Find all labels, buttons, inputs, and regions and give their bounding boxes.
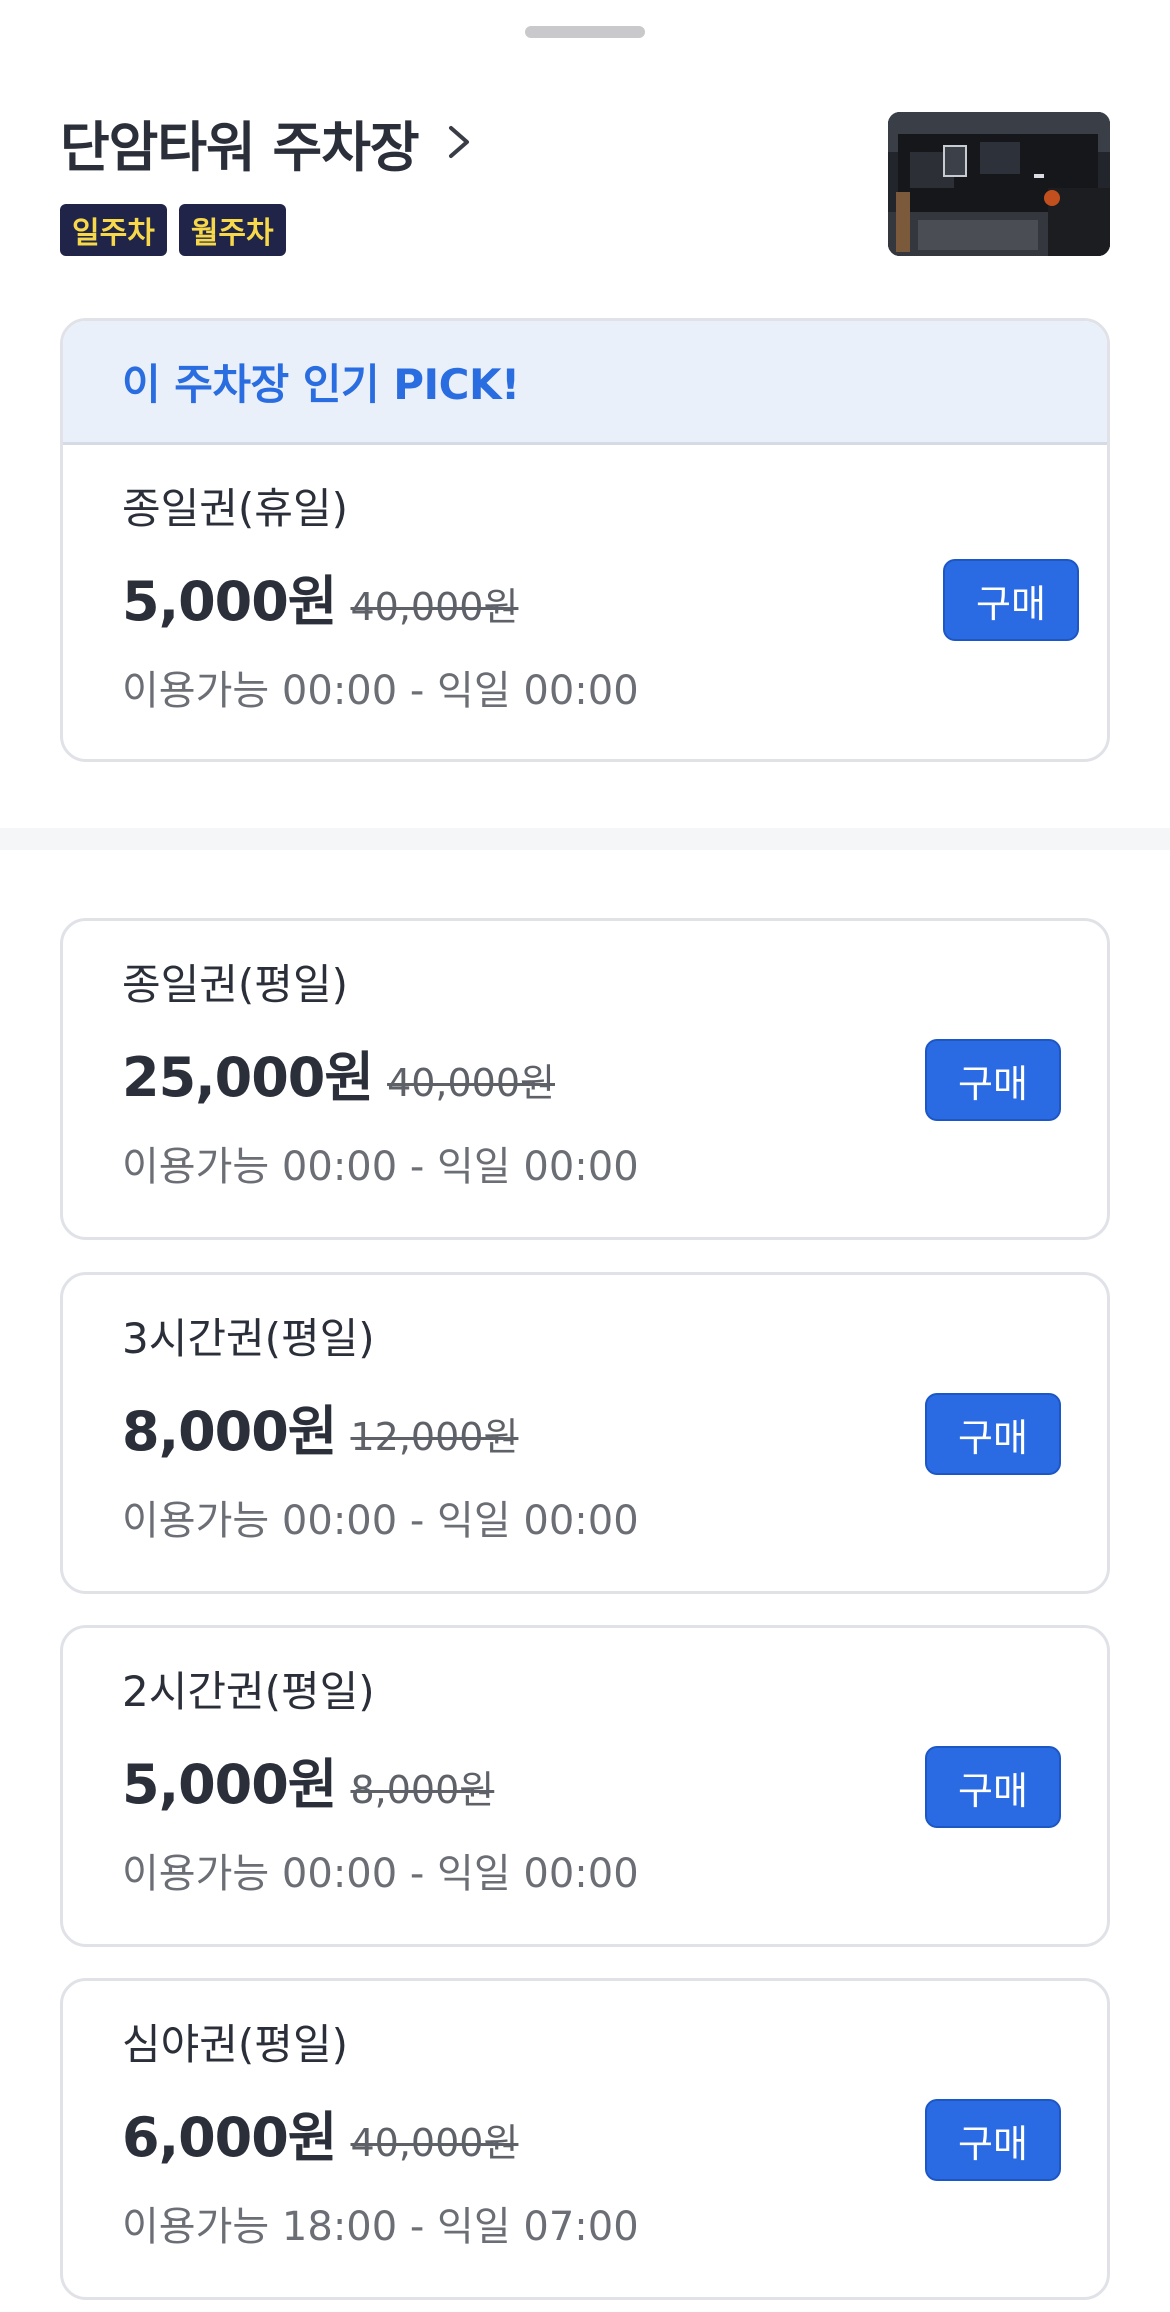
popular-pick-header: 이 주차장 인기 PICK! bbox=[63, 321, 1107, 445]
price-row: 6,000원 40,000원 bbox=[122, 2093, 639, 2172]
price-row: 25,000원 40,000원 bbox=[122, 1033, 639, 1112]
ticket-name: 종일권(휴일) bbox=[122, 484, 348, 533]
popular-pick-card: 이 주차장 인기 PICK! 종일권(휴일) 5,000원 40,000원 이용… bbox=[60, 318, 1110, 762]
chevron-right-icon bbox=[445, 122, 475, 162]
ticket-card: 종일권(평일) 25,000원 40,000원 이용가능 00:00 - 익일 … bbox=[60, 918, 1110, 1240]
ticket-hours: 이용가능 00:00 - 익일 00:00 bbox=[122, 668, 639, 714]
ticket-price: 5,000원 bbox=[122, 1753, 337, 1816]
lot-title: 단암타워 주차장 bbox=[60, 115, 420, 179]
ticket-card: 심야권(평일) 6,000원 40,000원 이용가능 18:00 - 익일 0… bbox=[60, 1978, 1110, 2300]
ticket-original-price: 40,000원 bbox=[350, 585, 519, 629]
lot-tags: 일주차 월주차 bbox=[60, 204, 286, 256]
ticket-info: 2시간권(평일) 5,000원 8,000원 이용가능 00:00 - 익일 0… bbox=[122, 1662, 639, 1899]
ticket-original-price: 40,000원 bbox=[350, 2121, 519, 2165]
ticket-info: 3시간권(평일) 8,000원 12,000원 이용가능 00:00 - 익일 … bbox=[122, 1309, 639, 1546]
ticket-hours: 이용가능 00:00 - 익일 00:00 bbox=[122, 1144, 639, 1190]
buy-button[interactable]: 구매 bbox=[925, 1746, 1061, 1828]
ticket-original-price: 8,000원 bbox=[350, 1768, 495, 1812]
ticket-price: 8,000원 bbox=[122, 1400, 337, 1463]
ticket-info: 종일권(평일) 25,000원 40,000원 이용가능 00:00 - 익일 … bbox=[122, 955, 639, 1192]
ticket-original-price: 40,000원 bbox=[387, 1061, 555, 1105]
ticket-card: 3시간권(평일) 8,000원 12,000원 이용가능 00:00 - 익일 … bbox=[60, 1272, 1110, 1594]
sheet-grabber[interactable] bbox=[525, 26, 645, 38]
ticket-hours: 이용가능 18:00 - 익일 07:00 bbox=[122, 2204, 639, 2250]
ticket-name: 심야권(평일) bbox=[122, 2020, 348, 2069]
ticket-name: 2시간권(평일) bbox=[122, 1667, 375, 1716]
lot-photo[interactable] bbox=[888, 112, 1110, 256]
ticket-hours: 이용가능 00:00 - 익일 00:00 bbox=[122, 1498, 639, 1544]
ticket-name: 종일권(평일) bbox=[122, 960, 348, 1009]
buy-button[interactable]: 구매 bbox=[943, 559, 1079, 641]
ticket-info: 종일권(휴일) 5,000원 40,000원 이용가능 00:00 - 익일 0… bbox=[122, 479, 639, 716]
ticket-info: 심야권(평일) 6,000원 40,000원 이용가능 18:00 - 익일 0… bbox=[122, 2015, 639, 2252]
lot-title-link[interactable]: 단암타워 주차장 bbox=[60, 102, 475, 182]
buy-button[interactable]: 구매 bbox=[925, 2099, 1061, 2181]
ticket-price: 25,000원 bbox=[122, 1046, 374, 1109]
bottom-sheet: 단암타워 주차장 일주차 월주차 이 주차장 인기 PICK! 종일권(휴일) … bbox=[0, 0, 1170, 2312]
price-row: 8,000원 12,000원 bbox=[122, 1387, 639, 1466]
ticket-hours: 이용가능 00:00 - 익일 00:00 bbox=[122, 1851, 639, 1897]
tag-daily: 일주차 bbox=[60, 204, 167, 256]
tag-monthly: 월주차 bbox=[178, 204, 286, 256]
ticket-original-price: 12,000원 bbox=[350, 1415, 519, 1459]
price-row: 5,000원 8,000원 bbox=[122, 1740, 639, 1819]
ticket-card: 2시간권(평일) 5,000원 8,000원 이용가능 00:00 - 익일 0… bbox=[60, 1625, 1110, 1947]
popular-pick-title: 이 주차장 인기 PICK! bbox=[122, 360, 520, 409]
ticket-name: 3시간권(평일) bbox=[122, 1314, 375, 1363]
price-row: 5,000원 40,000원 bbox=[122, 557, 639, 636]
ticket-price: 6,000원 bbox=[122, 2106, 337, 2169]
section-divider bbox=[0, 828, 1170, 850]
ticket-price: 5,000원 bbox=[122, 570, 337, 633]
buy-button[interactable]: 구매 bbox=[925, 1039, 1061, 1121]
buy-button[interactable]: 구매 bbox=[925, 1393, 1061, 1475]
